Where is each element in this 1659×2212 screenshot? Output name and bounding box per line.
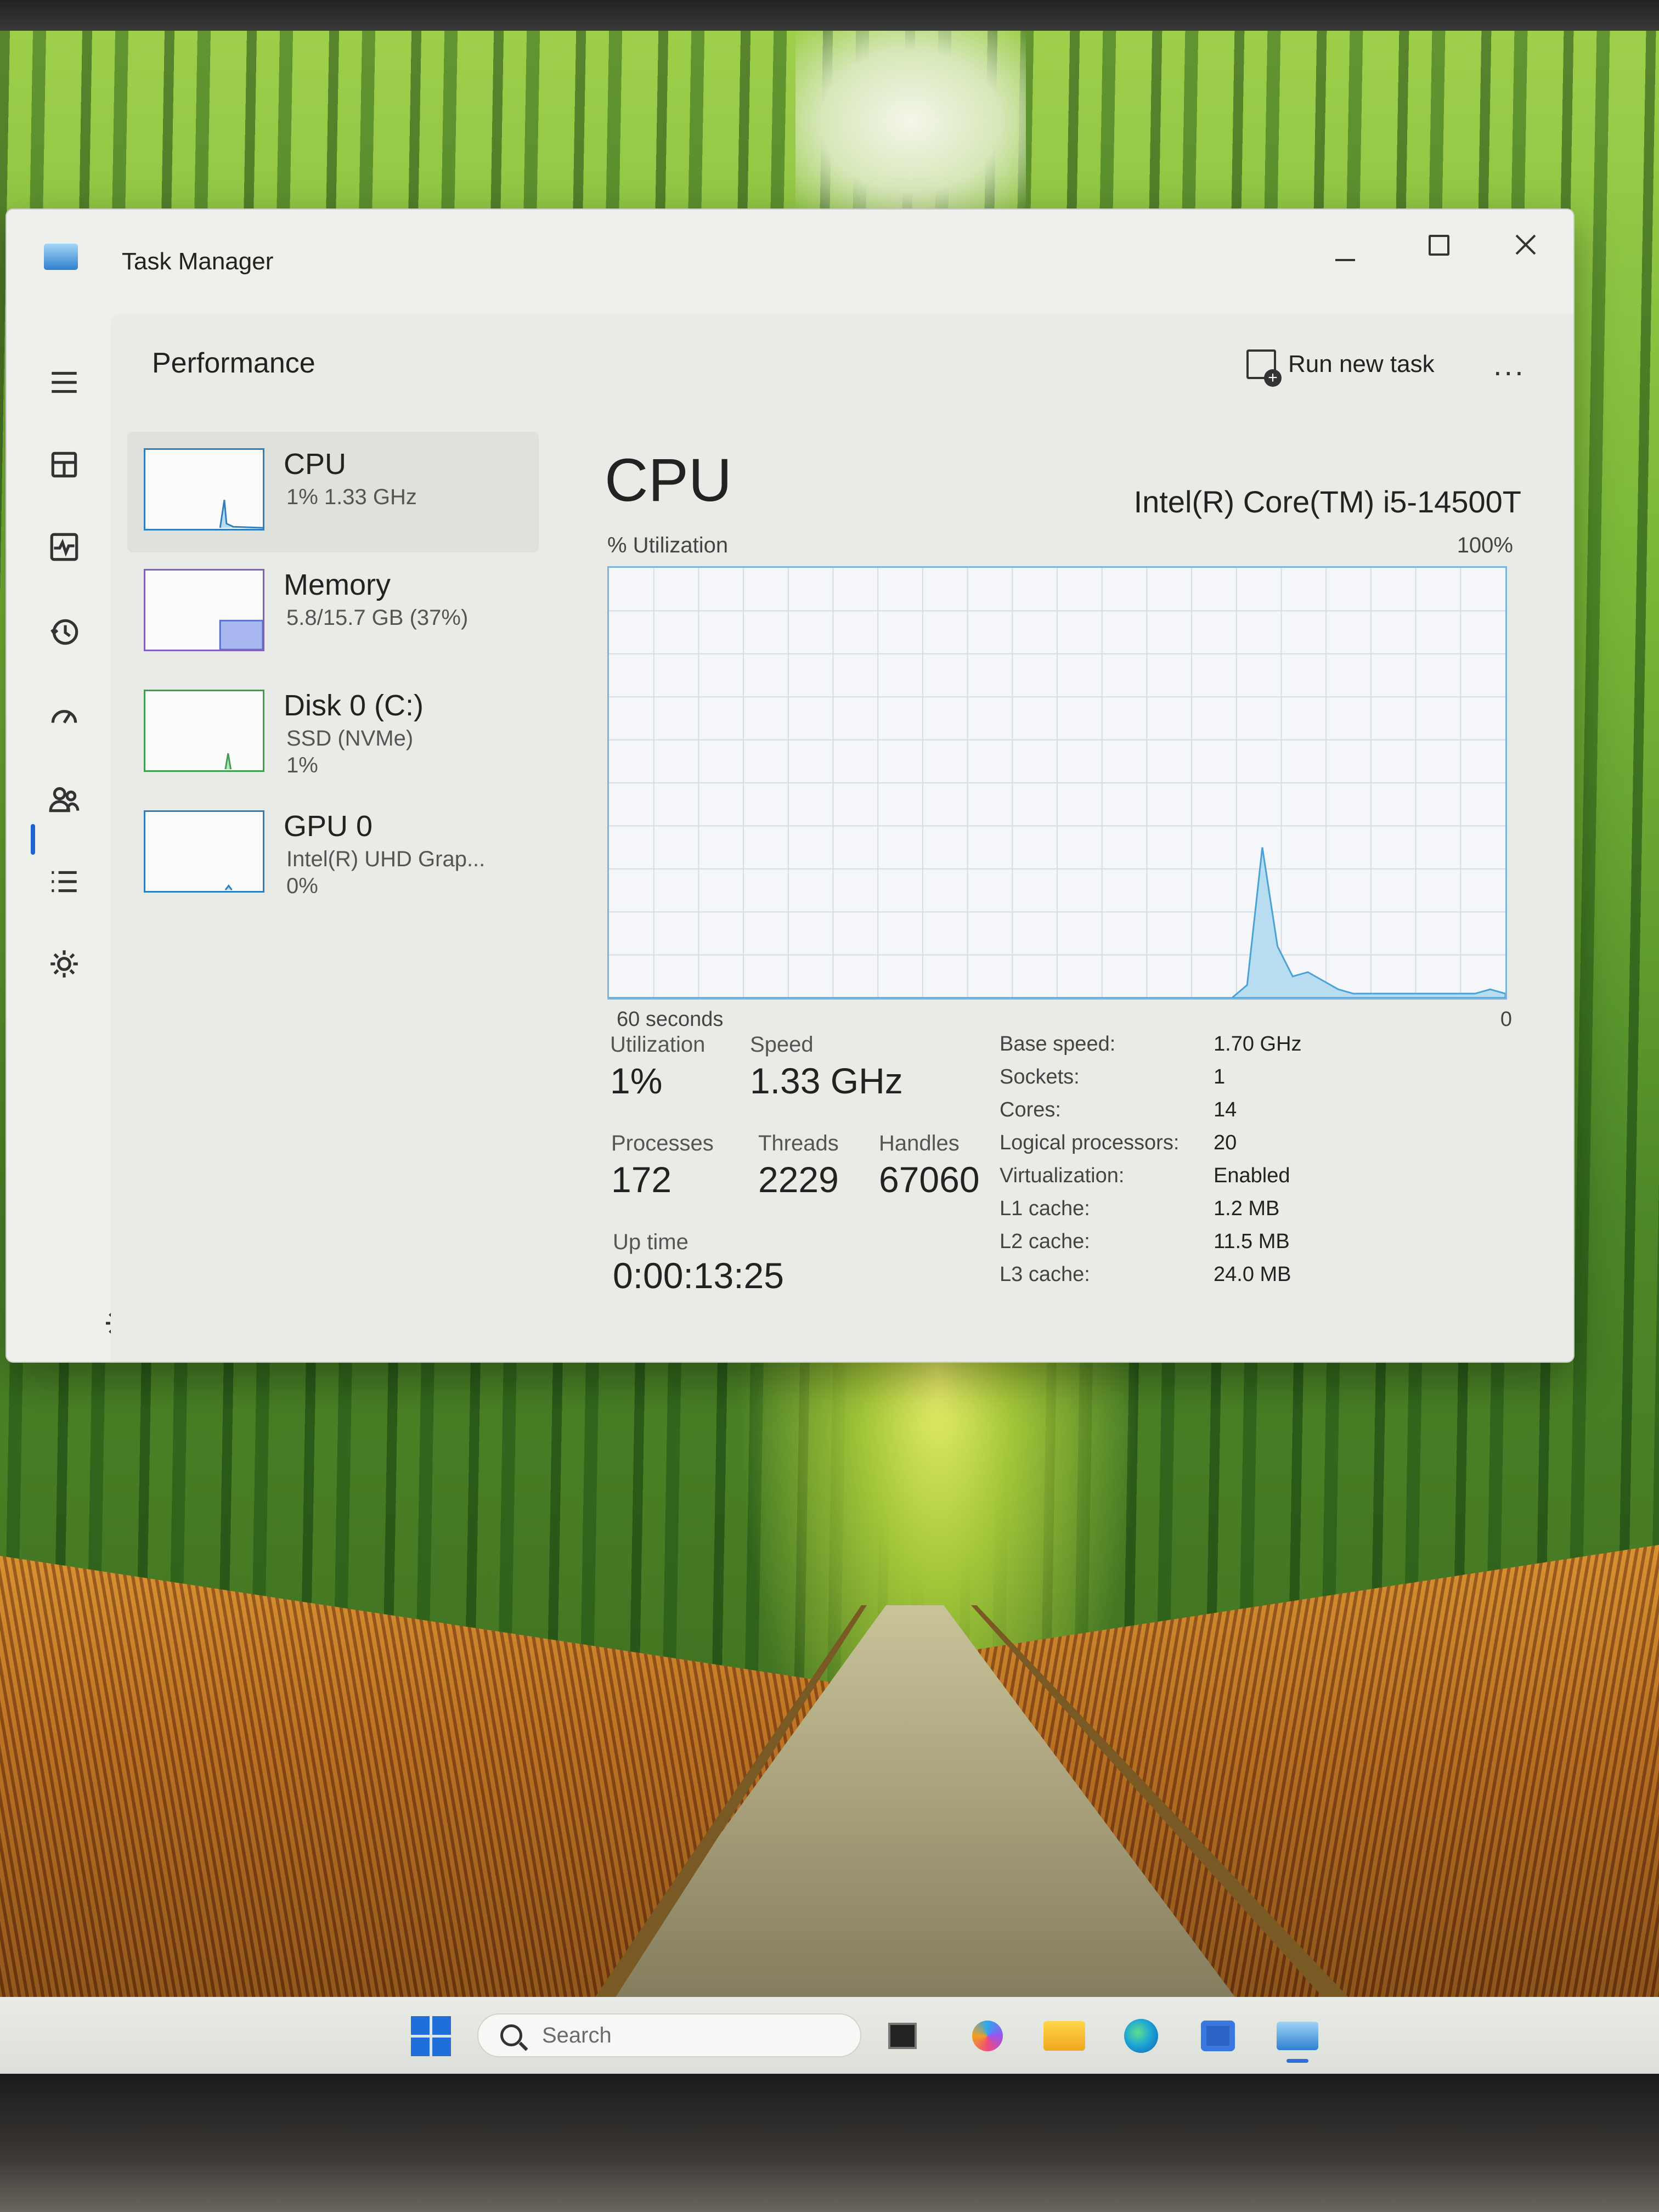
window-title: Task Manager: [122, 248, 274, 275]
spec-label: Base speed:: [1000, 1032, 1116, 1056]
more-options-button[interactable]: ...: [1493, 347, 1526, 382]
taskbar-search-box[interactable]: Search: [477, 2013, 861, 2057]
cpu-model-name: Intel(R) Core(TM) i5-14500T: [1133, 484, 1521, 519]
spec-label: Sockets:: [1000, 1065, 1080, 1088]
time-axis-zero: 0: [1500, 1008, 1512, 1031]
spec-label: Logical processors:: [1000, 1131, 1180, 1154]
microsoft-store-button[interactable]: [1193, 2017, 1243, 2055]
file-explorer-button[interactable]: [1040, 2017, 1089, 2055]
monitor-bezel-bottom: [0, 2074, 1659, 2212]
run-task-icon: [1246, 349, 1282, 387]
minimize-button[interactable]: [1329, 239, 1362, 272]
resource-name: CPU: [284, 448, 347, 481]
resource-item-cpu[interactable]: CPU 1% 1.33 GHz: [127, 432, 539, 552]
processes-value: 172: [611, 1159, 672, 1200]
users-icon[interactable]: [40, 775, 89, 824]
spec-value: 24.0 MB: [1214, 1263, 1291, 1286]
uptime-value: 0:00:13:25: [613, 1255, 784, 1296]
processes-icon[interactable]: [40, 440, 89, 489]
utilization-axis-label: % Utilization: [607, 533, 729, 557]
performance-icon[interactable]: [40, 522, 89, 572]
page-title: Performance: [152, 347, 315, 379]
copilot-icon: [972, 2021, 1003, 2051]
spec-value: 1.2 MB: [1214, 1197, 1280, 1220]
time-axis-label: 60 seconds: [617, 1008, 724, 1031]
nav-rail: [7, 314, 111, 1362]
maximize-button[interactable]: [1422, 228, 1455, 261]
cpu-thumbnail-graph: [144, 448, 264, 531]
search-placeholder: Search: [542, 2023, 612, 2047]
title-bar[interactable]: Task Manager: [7, 210, 1573, 314]
spec-label: Cores:: [1000, 1098, 1061, 1121]
performance-pane: Performance Run new task ... CPU 1% 1.33…: [111, 314, 1573, 1362]
memory-thumbnail-graph: [144, 569, 264, 651]
resource-usage: 0%: [286, 874, 318, 898]
windows-logo-icon: [410, 2016, 451, 2056]
app-history-icon[interactable]: [40, 607, 89, 657]
resource-name: Memory: [284, 568, 391, 601]
spec-label: Virtualization:: [1000, 1164, 1125, 1187]
details-icon[interactable]: [40, 857, 89, 906]
run-new-task-button[interactable]: Run new task: [1246, 342, 1435, 387]
task-manager-app-icon: [44, 244, 78, 270]
resource-detail: SSD (NVMe): [286, 726, 414, 751]
threads-label: Threads: [758, 1131, 839, 1155]
run-new-task-label: Run new task: [1288, 351, 1435, 377]
search-icon: [500, 2024, 522, 2046]
edge-icon: [1124, 2019, 1158, 2053]
spec-value: 20: [1214, 1131, 1237, 1154]
task-view-icon: [888, 2023, 917, 2049]
resource-detail: 1% 1.33 GHz: [286, 485, 417, 509]
monitor-bezel: [0, 0, 1659, 33]
page-header: Performance Run new task ...: [111, 314, 1573, 413]
handles-value: 67060: [879, 1159, 980, 1200]
disk-thumbnail-graph: [144, 690, 264, 772]
utilization-label: Utilization: [610, 1032, 706, 1057]
resource-list: CPU 1% 1.33 GHz Memory 5.8/15.7 GB (37%)…: [127, 432, 539, 915]
task-view-button[interactable]: [883, 2017, 922, 2055]
folder-icon: [1043, 2021, 1085, 2051]
resource-item-gpu[interactable]: GPU 0 Intel(R) UHD Grap... 0%: [127, 794, 539, 915]
utilization-value: 1%: [610, 1060, 663, 1101]
spec-value: 14: [1214, 1098, 1237, 1121]
close-button[interactable]: [1510, 228, 1543, 261]
start-button[interactable]: [409, 2016, 453, 2056]
spec-value: 1: [1214, 1065, 1226, 1088]
uptime-label: Up time: [613, 1230, 689, 1254]
resource-item-memory[interactable]: Memory 5.8/15.7 GB (37%): [127, 552, 539, 673]
handles-label: Handles: [879, 1131, 960, 1155]
spec-value: 11.5 MB: [1214, 1230, 1290, 1253]
startup-apps-icon[interactable]: [40, 692, 89, 742]
task-manager-window: Task Manager Performance + Run new task …: [5, 208, 1575, 1363]
detail-title: CPU: [605, 447, 732, 514]
speed-value: 1.33 GHz: [750, 1060, 903, 1101]
active-nav-indicator: [31, 824, 35, 855]
hamburger-menu-icon[interactable]: [40, 358, 89, 407]
spec-label: L2 cache:: [1000, 1230, 1090, 1253]
resource-name: Disk 0 (C:): [284, 689, 424, 722]
speed-label: Speed: [750, 1032, 814, 1057]
spec-value: Enabled: [1214, 1164, 1290, 1187]
task-manager-icon: [1277, 2022, 1318, 2050]
spec-label: L3 cache:: [1000, 1263, 1090, 1286]
spec-value: 1.70 GHz: [1214, 1032, 1302, 1056]
task-manager-taskbar-button[interactable]: [1270, 2017, 1325, 2063]
resource-item-disk[interactable]: Disk 0 (C:) SSD (NVMe) 1%: [127, 673, 539, 794]
resource-name: GPU 0: [284, 810, 373, 843]
store-icon: [1201, 2021, 1235, 2051]
copilot-button[interactable]: [966, 2017, 1009, 2055]
resource-usage: 1%: [286, 753, 318, 777]
utilization-max-label: 100%: [1457, 533, 1513, 557]
resource-detail: 5.8/15.7 GB (37%): [286, 606, 469, 630]
spec-label: L1 cache:: [1000, 1197, 1090, 1220]
taskbar: Search: [0, 1997, 1659, 2074]
edge-browser-button[interactable]: [1116, 2017, 1166, 2055]
cpu-utilization-graph: [607, 566, 1507, 1000]
services-icon[interactable]: [40, 939, 89, 989]
resource-detail: Intel(R) UHD Grap...: [286, 847, 486, 871]
gpu-thumbnail-graph: [144, 810, 264, 893]
threads-value: 2229: [758, 1159, 839, 1200]
processes-label: Processes: [611, 1131, 714, 1155]
